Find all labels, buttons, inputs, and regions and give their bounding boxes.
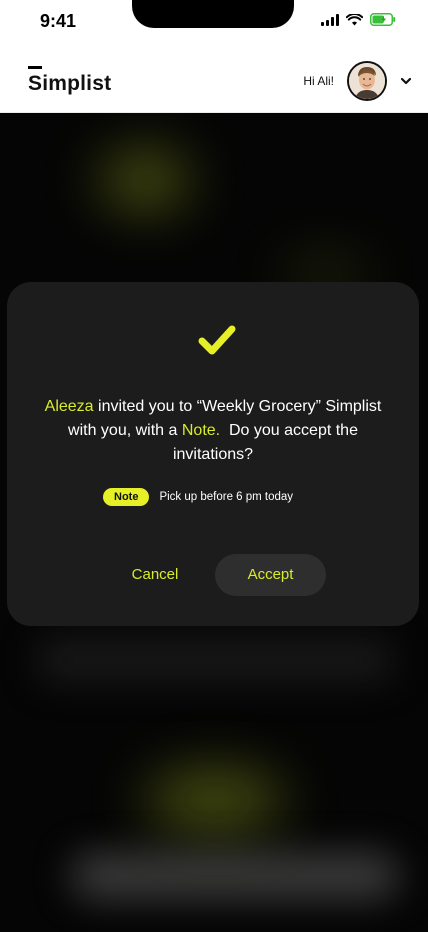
blurred-background-panel (40, 640, 390, 680)
user-avatar[interactable] (347, 61, 387, 101)
note-badge: Note (103, 488, 150, 506)
greeting-text: Hi Ali! (303, 74, 334, 88)
device-notch (132, 0, 294, 28)
app-header: Simplist Hi Ali! (0, 44, 428, 112)
check-icon (198, 325, 236, 355)
accept-button[interactable]: Accept (215, 554, 326, 596)
invitation-screen: 9:41 Simplist Hi Ali! Aleeza invited you… (0, 0, 428, 932)
status-time: 9:41 (40, 11, 77, 31)
note-text: Pick up before 6 pm today (159, 491, 294, 503)
blurred-background-bottom-bar (70, 852, 400, 900)
cancel-button[interactable]: Cancel (103, 554, 207, 596)
cellular-signal-icon (321, 13, 339, 26)
chevron-down-icon[interactable] (399, 76, 413, 86)
status-icons (321, 13, 396, 26)
blurred-background-button (145, 770, 285, 830)
logo-text: Simplist (28, 72, 112, 95)
note-link: Note. (181, 422, 221, 439)
top-area: 9:41 Simplist Hi Ali! (0, 0, 428, 113)
blurred-background-highlight (100, 150, 190, 210)
invitation-message: Aleeza invited you to “Weekly Grocery” S… (37, 395, 389, 467)
status-bar: 9:41 (0, 0, 428, 44)
logo-mark (28, 66, 42, 69)
wifi-icon (346, 13, 363, 25)
invitation-dialog: Aleeza invited you to “Weekly Grocery” S… (7, 282, 419, 626)
note-row: Note Pick up before 6 pm today (103, 488, 293, 506)
battery-charging-icon (370, 13, 396, 26)
inviter-name: Aleeza (44, 398, 94, 415)
